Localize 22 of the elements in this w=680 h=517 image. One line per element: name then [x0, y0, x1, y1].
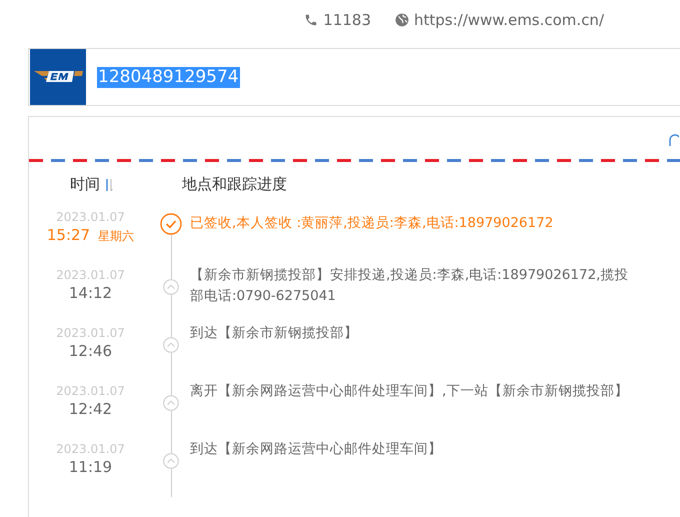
- tracking-number-field[interactable]: 1280489129574: [97, 66, 240, 88]
- event-time: 12:42: [68, 400, 112, 418]
- event-description: 到达【新余市新钢揽投部】: [190, 324, 359, 343]
- ems-logo: [30, 49, 86, 105]
- event-description: 已签收,本人签收 :黄丽萍,投递员:李森,电话:18979026172: [190, 214, 554, 233]
- event-time: 14:12: [68, 284, 112, 302]
- column-header: 时间: [70, 175, 100, 194]
- arc-icon: [669, 133, 679, 147]
- globe-icon: [395, 12, 409, 26]
- event-time: 15:27: [46, 226, 90, 244]
- sort-icon[interactable]: [105, 178, 113, 192]
- event-weekday: 星期六: [98, 228, 134, 245]
- event-description: 到达【新余网路运营中心邮件处理车间】: [190, 440, 443, 459]
- website-link[interactable]: https://www.ems.com.cn/: [395, 10, 604, 28]
- phone-icon: [304, 12, 318, 26]
- event-time: 11:19: [68, 458, 112, 476]
- column-header: 地点和跟踪进度: [182, 175, 287, 194]
- hotline-link[interactable]: 11183: [304, 10, 371, 28]
- check-circle-icon: [160, 213, 182, 235]
- event-time: 12:46: [68, 342, 112, 360]
- event-description: 离开【新余网路运营中心邮件处理车间】,下一站【新余市新钢揽投部】: [190, 382, 630, 401]
- event-description: 【新余市新钢揽投部】安排投递,投递员:李森,电话:18979026172,揽投部电话:0790-6275041: [190, 266, 630, 306]
